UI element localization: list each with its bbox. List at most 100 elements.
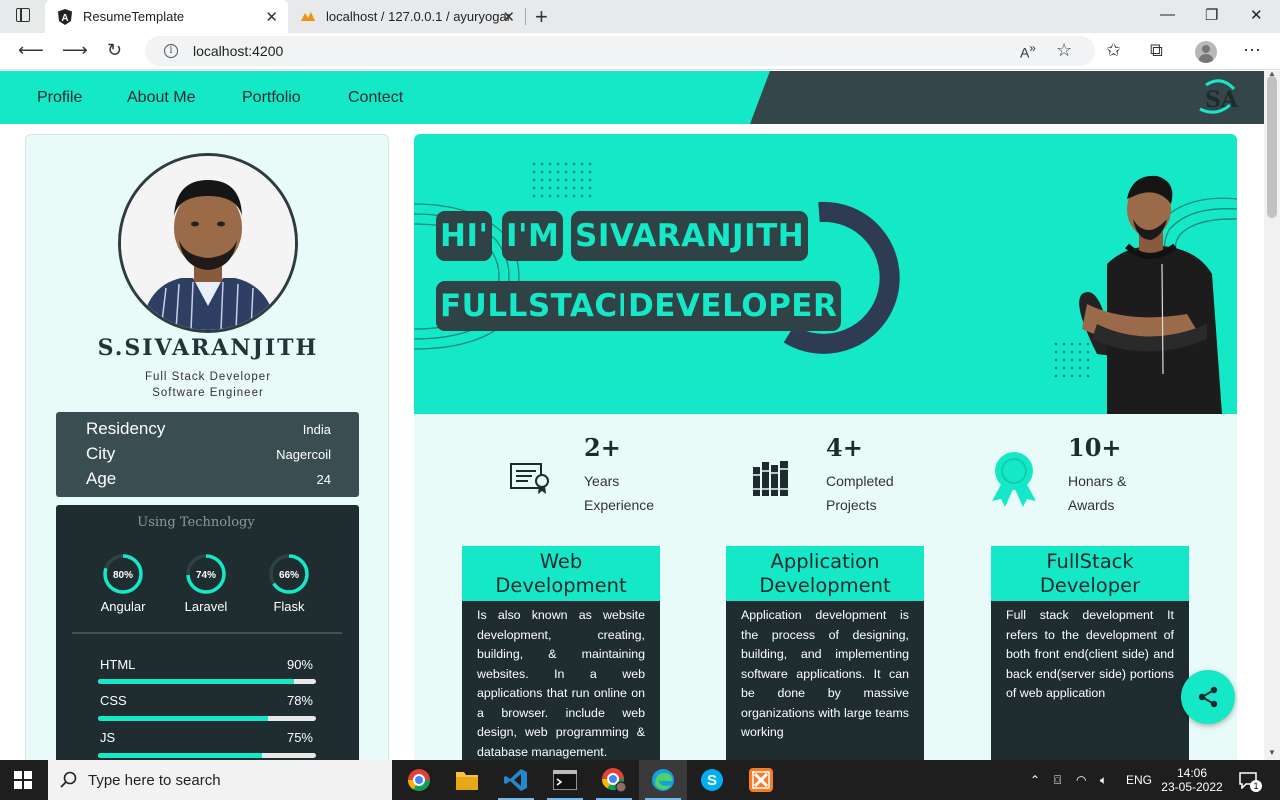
- skype-app-icon[interactable]: S: [688, 760, 736, 800]
- hero-word: I'M: [502, 211, 564, 261]
- page-scrollbar[interactable]: ▲ ▼: [1264, 69, 1280, 760]
- info-row-residency: Residency India: [86, 419, 331, 439]
- clock[interactable]: 14:06 23-05-2022: [1160, 760, 1224, 800]
- tab-phpmyadmin[interactable]: localhost / 127.0.0.1 / ayuryogam ✕: [290, 0, 525, 33]
- service-title: FullStack Developer: [991, 546, 1189, 601]
- nav-about-me[interactable]: About Me: [127, 89, 195, 107]
- stat-number-experience: 2+: [584, 433, 621, 462]
- site-logo[interactable]: SA: [1196, 79, 1246, 115]
- stat-label-projects-1: Completed: [826, 473, 894, 489]
- edge-app-icon[interactable]: [639, 760, 687, 800]
- service-title: Application Development: [726, 546, 924, 601]
- skill-name-html: HTML: [100, 657, 136, 672]
- address-bar[interactable]: i localhost:4200: [145, 36, 1095, 66]
- service-title-line: Development: [495, 574, 627, 597]
- books-icon: [753, 461, 788, 496]
- info-value: 24: [316, 471, 331, 487]
- share-button[interactable]: [1181, 670, 1235, 724]
- read-aloud-icon[interactable]: A»: [1020, 42, 1036, 61]
- site-info-icon[interactable]: i: [164, 44, 178, 58]
- skill-bar-html: [98, 679, 316, 684]
- tab-resume-template[interactable]: A ResumeTemplate ✕: [45, 0, 288, 33]
- file-explorer-app-icon[interactable]: [443, 760, 491, 800]
- windows-start-icon[interactable]: [14, 771, 32, 789]
- laravel-progress-ring: 74%: [186, 554, 226, 594]
- taskbar-search[interactable]: Type here to search: [48, 760, 392, 800]
- profile-name: S.SIVARANJITH: [97, 335, 319, 361]
- stat-label-awards-1: Honars &: [1068, 473, 1127, 489]
- close-tab-icon[interactable]: ✕: [502, 8, 515, 26]
- phpmyadmin-icon: [300, 9, 316, 25]
- service-title-line: Development: [759, 574, 891, 597]
- share-icon: [1198, 686, 1218, 708]
- chrome-profile-app-icon[interactable]: [590, 760, 638, 800]
- terminal-app-icon[interactable]: [541, 760, 589, 800]
- info-row-city: City Nagercoil: [86, 444, 331, 464]
- stat-number-awards: 10+: [1068, 433, 1122, 462]
- certificate-icon: [510, 463, 549, 494]
- site-navbar: Profile About Me Portfolio Contect SA: [0, 71, 1264, 124]
- wifi-icon[interactable]: ◠: [1076, 760, 1086, 800]
- minimize-icon[interactable]: —: [1160, 6, 1175, 23]
- service-card-application-development: Application Development Application deve…: [726, 546, 924, 760]
- flask-progress-ring: 66%: [269, 554, 309, 594]
- service-title-line: Developer: [1039, 574, 1141, 597]
- logo-text: SA: [1205, 87, 1239, 113]
- close-tab-icon[interactable]: ✕: [265, 8, 278, 26]
- network-device-icon[interactable]: ⌼: [1054, 760, 1061, 800]
- profile-avatar[interactable]: [1195, 41, 1217, 63]
- angular-percent: 80%: [113, 570, 133, 581]
- service-description: Is also known as website development, cr…: [477, 608, 645, 759]
- notification-count: 1: [1250, 780, 1262, 792]
- info-key: Residency: [86, 419, 166, 438]
- more-options-icon[interactable]: ⋯: [1243, 40, 1261, 61]
- search-placeholder: Type here to search: [88, 771, 221, 789]
- add-favorite-icon[interactable]: ☆: [1056, 40, 1072, 61]
- xampp-app-icon[interactable]: [737, 760, 785, 800]
- show-hidden-icons[interactable]: ⌃: [1030, 760, 1040, 800]
- service-description: Application development is the process o…: [741, 608, 909, 739]
- search-icon: [60, 771, 77, 788]
- skill-percent-css: 78%: [286, 693, 313, 708]
- notifications-icon[interactable]: 1: [1238, 760, 1262, 800]
- new-tab-icon[interactable]: +: [535, 4, 548, 30]
- tab-actions-icon[interactable]: [16, 8, 30, 22]
- info-value: Nagercoil: [276, 446, 331, 462]
- restore-icon[interactable]: ❐: [1205, 6, 1218, 24]
- content-card: HI' I'M SIVARANJITH FULLSTACK DEVELOPER: [414, 134, 1237, 760]
- tab-title: localhost / 127.0.0.1 / ayuryogam: [326, 9, 511, 24]
- hero-word: FULLSTACK: [436, 281, 647, 331]
- service-description: Full stack development It refers to the …: [1006, 608, 1174, 700]
- favorites-icon[interactable]: ✩: [1106, 40, 1121, 61]
- language-indicator[interactable]: ENG: [1126, 760, 1152, 800]
- angular-progress-ring: 80%: [103, 554, 143, 594]
- clock-date: 23-05-2022: [1161, 780, 1223, 794]
- collections-icon[interactable]: ⧉: [1150, 40, 1163, 61]
- chrome-app-icon[interactable]: [395, 760, 443, 800]
- service-title-line: Web: [539, 550, 583, 573]
- close-window-icon[interactable]: ✕: [1250, 6, 1263, 24]
- stat-label-experience-1: Years: [584, 473, 620, 489]
- vscode-app-icon[interactable]: [492, 760, 540, 800]
- browser-tab-bar: A ResumeTemplate ✕ localhost / 127.0.0.1…: [0, 0, 1280, 33]
- url-text: localhost:4200: [193, 43, 284, 59]
- nav-profile[interactable]: Profile: [37, 89, 82, 107]
- tab-title: ResumeTemplate: [83, 9, 185, 24]
- scroll-down-icon[interactable]: ▼: [1268, 748, 1276, 757]
- hero-person-image: [1079, 175, 1222, 414]
- refresh-icon[interactable]: ↻: [107, 40, 122, 61]
- award-icon: [992, 452, 1036, 507]
- technology-box: Using Technology 80% Angular 74% Laravel…: [56, 505, 359, 760]
- back-icon[interactable]: ⟵: [18, 40, 44, 61]
- nav-contect[interactable]: Contect: [348, 89, 403, 107]
- volume-icon[interactable]: 🔈︎: [1100, 760, 1107, 800]
- skill-bar-css: [98, 716, 316, 721]
- angular-icon: A: [57, 8, 73, 25]
- service-card-fullstack-developer: FullStack Developer Full stack developme…: [991, 546, 1189, 760]
- nav-portfolio[interactable]: Portfolio: [242, 89, 301, 107]
- svg-text:A: A: [61, 13, 68, 24]
- profile-role-1: Full Stack Developer: [144, 371, 272, 383]
- scrollbar-thumb[interactable]: [1267, 76, 1277, 218]
- info-key: City: [86, 444, 116, 463]
- forward-icon[interactable]: ⟶: [62, 40, 88, 61]
